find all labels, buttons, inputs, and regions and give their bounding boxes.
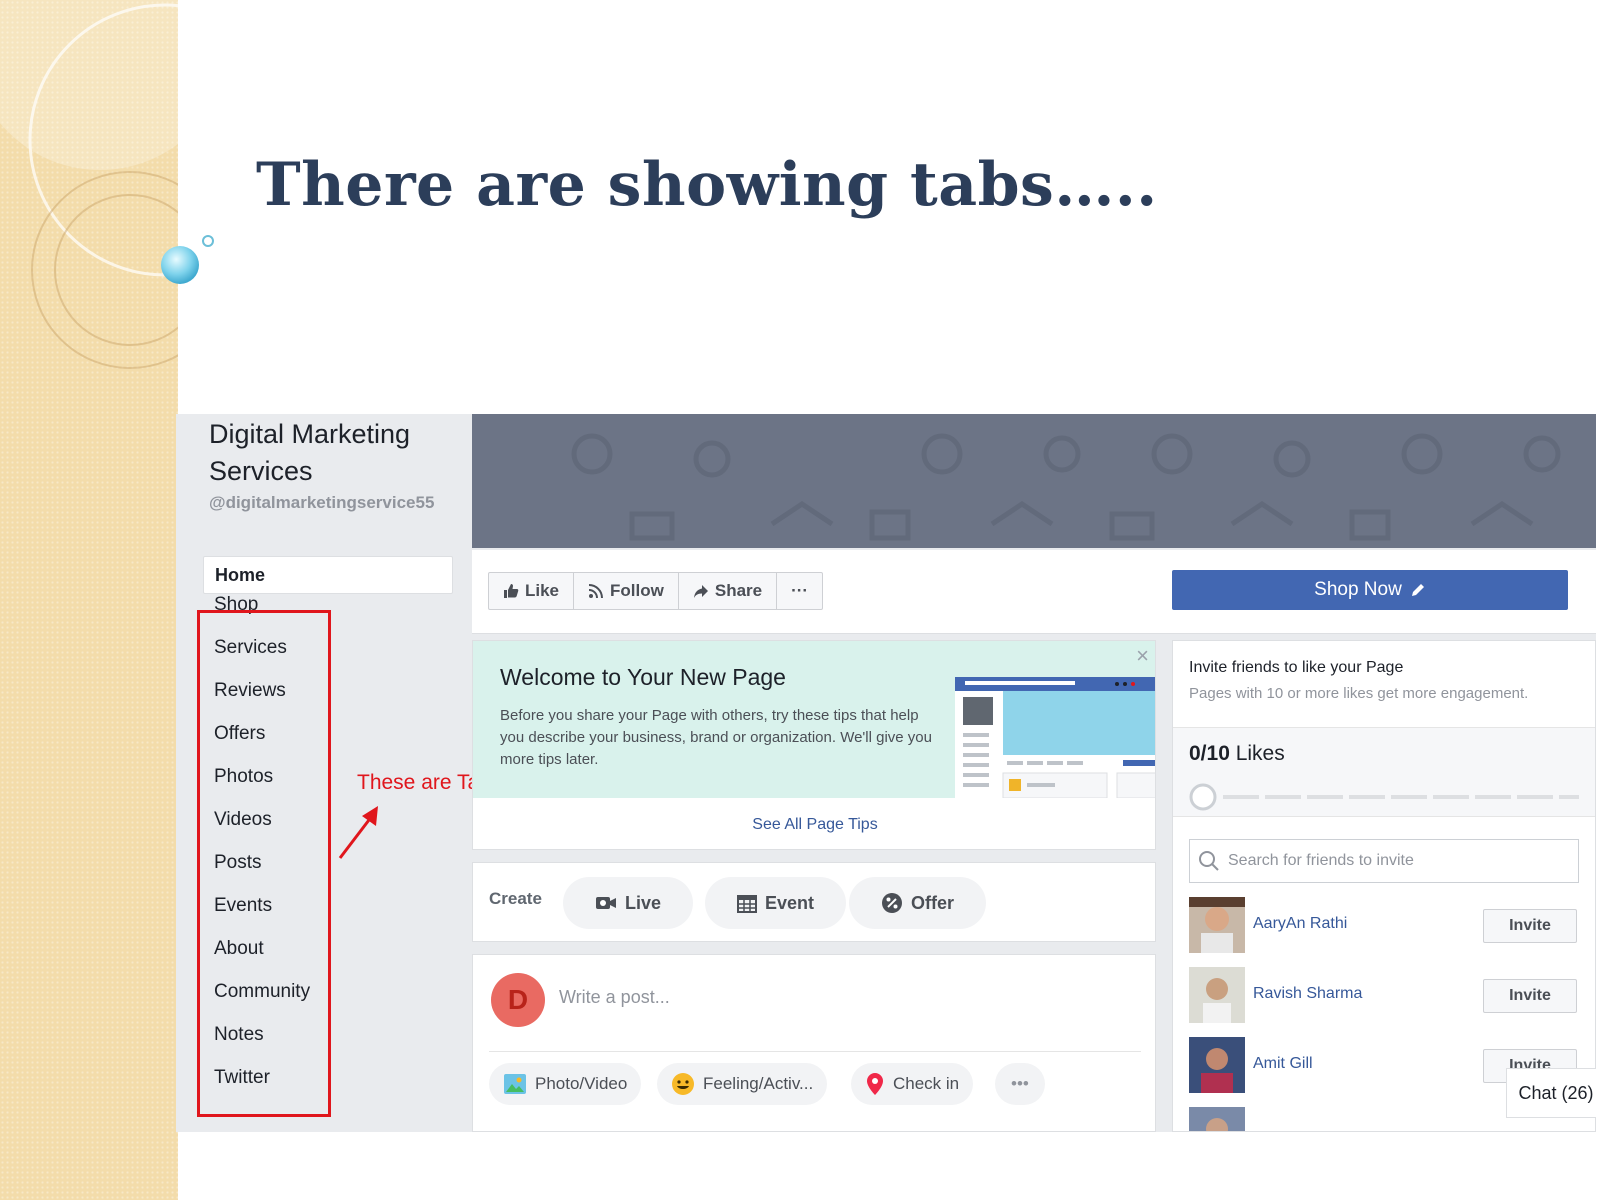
create-card: Create Live Event Offer [472, 862, 1156, 942]
more-actions-button[interactable]: ··· [777, 573, 822, 609]
page-name[interactable]: Digital Marketing Services [209, 416, 469, 490]
welcome-title: Welcome to Your New Page [500, 664, 786, 690]
cover-pattern [571, 433, 1561, 541]
friend-name[interactable]: AaryAn Rathi [1253, 915, 1347, 933]
friend-row: Ravish Sharma Invite [1189, 967, 1579, 1023]
avatar: D [491, 973, 545, 1027]
photo-video-label: Photo/Video [535, 1074, 628, 1093]
share-label: Share [714, 581, 763, 600]
likes-count: 0/10 Likes [1189, 742, 1285, 766]
bubble-decoration [161, 235, 214, 284]
invite-button[interactable]: Invite [1483, 909, 1577, 943]
avatar [1189, 967, 1245, 1023]
calendar-icon [737, 895, 757, 913]
more-options-label: ••• [1011, 1074, 1029, 1093]
friend-search-input[interactable]: Search for friends to invite [1189, 839, 1579, 883]
share-button[interactable]: Share [679, 573, 778, 609]
check-in-button[interactable]: Check in [851, 1063, 974, 1105]
percent-badge-icon [882, 893, 902, 913]
shop-now-button[interactable]: Shop Now [1172, 570, 1568, 610]
create-event-button[interactable]: Event [705, 877, 847, 929]
pencil-edit-icon [1411, 584, 1424, 596]
action-button-group: Like Follow Share ··· [488, 572, 824, 610]
slide-title: There are showing tabs….. [256, 150, 1158, 220]
annotation-arrow-icon [338, 806, 378, 859]
invite-title: Invite friends to like your Page [1189, 659, 1404, 676]
like-label: Like [525, 581, 560, 600]
search-icon [1199, 851, 1219, 871]
invite-friends-card: Invite friends to like your Page Pages w… [1172, 640, 1596, 1132]
location-pin-icon [867, 1073, 883, 1095]
tabs-highlight-box [197, 610, 331, 1117]
create-live-button[interactable]: Live [563, 877, 694, 929]
smiley-icon [672, 1073, 694, 1095]
feeling-activity-label: Feeling/Activ... [703, 1074, 814, 1093]
photo-video-button[interactable]: Photo/Video [489, 1063, 642, 1105]
see-all-page-tips-link[interactable]: See All Page Tips [473, 798, 1155, 849]
more-actions-label: ··· [791, 581, 809, 600]
more-options-button[interactable]: ••• [995, 1063, 1045, 1105]
feeling-activity-button[interactable]: Feeling/Activ... [657, 1063, 828, 1105]
invite-button[interactable]: Invite [1483, 979, 1577, 1013]
cover-photo[interactable] [472, 414, 1596, 548]
avatar [1189, 1107, 1245, 1131]
likes-count-label: Likes [1229, 742, 1285, 765]
avatar [1189, 897, 1245, 953]
thumbs-up-icon [504, 584, 519, 598]
create-label: Create [489, 889, 542, 908]
welcome-card: Welcome to Your New Page Before you shar… [472, 640, 1156, 850]
create-event-label: Event [765, 892, 815, 913]
page-preview-illustration [955, 677, 1155, 798]
check-in-label: Check in [893, 1074, 960, 1093]
friend-name[interactable]: Ravish Sharma [1253, 985, 1362, 1003]
close-icon[interactable]: × [1136, 643, 1149, 669]
photo-icon [504, 1074, 526, 1094]
friend-search-placeholder: Search for friends to invite [1228, 852, 1414, 869]
create-offer-label: Offer [911, 892, 955, 913]
write-post-input[interactable]: Write a post... [559, 987, 670, 1008]
avatar [1189, 1037, 1245, 1093]
welcome-banner: Welcome to Your New Page Before you shar… [473, 641, 1155, 798]
follow-label: Follow [610, 581, 664, 600]
invite-subtitle: Pages with 10 or more likes get more eng… [1189, 685, 1529, 702]
page-action-bar: Like Follow Share ··· Shop Now [472, 550, 1596, 634]
likes-progress-track [1189, 783, 1579, 811]
friend-name[interactable]: Amit Gill [1253, 1055, 1313, 1073]
likes-progress-section: 0/10 Likes [1173, 727, 1595, 817]
tab-home[interactable]: Home [203, 556, 453, 594]
friend-row: AaryAn Rathi Invite [1189, 897, 1579, 953]
create-offer-button[interactable]: Offer [849, 877, 987, 929]
shop-now-label: Shop Now [1314, 579, 1402, 600]
rss-follow-icon [588, 584, 604, 599]
divider [489, 1051, 1141, 1052]
like-button[interactable]: Like [489, 573, 575, 609]
chat-button[interactable]: Chat (26) [1506, 1068, 1596, 1118]
post-composer: D Write a post... Photo/Video Feeling/Ac… [472, 954, 1156, 1132]
facebook-page-screenshot: Digital Marketing Services @digitalmarke… [176, 414, 1596, 1132]
create-live-label: Live [625, 892, 662, 913]
share-arrow-icon [693, 585, 708, 598]
video-camera-icon [596, 897, 616, 909]
welcome-body: Before you share your Page with others, … [500, 707, 932, 768]
likes-count-value: 0/10 [1189, 742, 1230, 765]
follow-button[interactable]: Follow [574, 573, 679, 609]
page-handle[interactable]: @digitalmarketingservice55 [209, 492, 459, 514]
slide-decoration-strip [0, 0, 178, 1200]
